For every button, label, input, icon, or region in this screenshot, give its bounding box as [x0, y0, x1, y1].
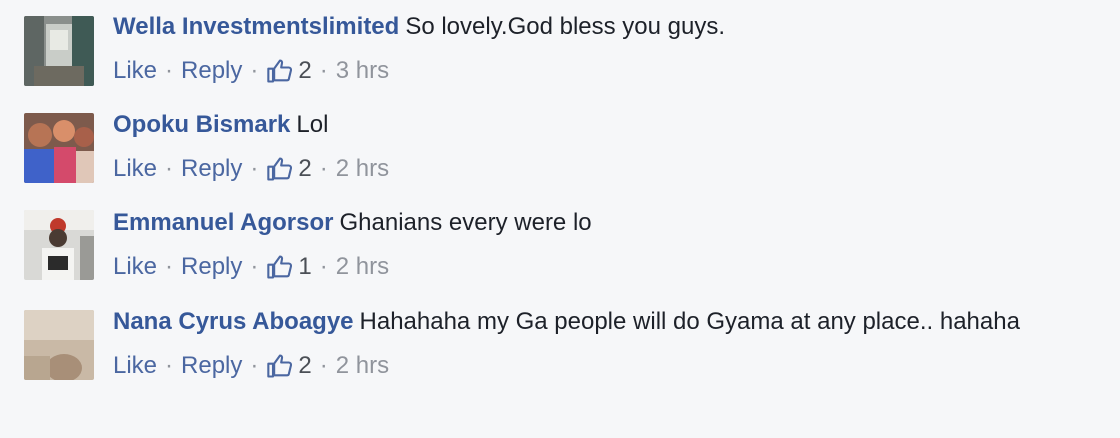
comment-author[interactable]: Opoku Bismark: [113, 111, 290, 138]
profile-photo-icon: [24, 16, 94, 86]
like-button[interactable]: Like: [113, 349, 157, 383]
comment-text-line: Emmanuel Agorsor Ghanians every were lo: [113, 206, 1090, 240]
timestamp[interactable]: 2 hrs: [336, 349, 389, 383]
avatar[interactable]: [24, 310, 94, 380]
comment-author[interactable]: Emmanuel Agorsor: [113, 209, 334, 236]
reply-button[interactable]: Reply: [181, 54, 242, 88]
comment-actions: Like · Reply · 1 · 2 hrs: [113, 250, 1090, 284]
separator: ·: [165, 155, 174, 182]
separator: ·: [165, 57, 174, 84]
timestamp[interactable]: 2 hrs: [336, 152, 389, 186]
avatar[interactable]: [24, 210, 94, 280]
thumbs-up-icon: [267, 354, 293, 378]
timestamp[interactable]: 2 hrs: [336, 250, 389, 284]
like-count: 1: [298, 253, 312, 280]
comment-actions: Like · Reply · 2 · 3 hrs: [113, 54, 1090, 88]
profile-photo-icon: [24, 113, 94, 183]
comment-text-line: Opoku Bismark Lol: [113, 108, 1090, 142]
reaction-count[interactable]: 1: [266, 250, 312, 284]
separator: ·: [250, 253, 259, 280]
separator: ·: [165, 253, 174, 280]
thumbs-up-icon: [267, 157, 293, 181]
like-button[interactable]: Like: [113, 250, 157, 284]
reply-button[interactable]: Reply: [181, 349, 242, 383]
separator: ·: [165, 352, 174, 379]
reaction-count[interactable]: 2: [266, 54, 312, 88]
separator: ·: [319, 155, 328, 182]
separator: ·: [319, 253, 328, 280]
reply-button[interactable]: Reply: [181, 250, 242, 284]
comment-text: Lol: [296, 111, 329, 138]
comment-actions: Like · Reply · 2 · 2 hrs: [113, 349, 1090, 383]
reaction-count[interactable]: 2: [266, 152, 312, 186]
comment-text-line: Nana Cyrus Aboagye Hahahaha my Ga people …: [113, 305, 1073, 339]
profile-photo-icon: [24, 310, 94, 380]
profile-photo-icon: [24, 210, 94, 280]
like-count: 2: [298, 155, 312, 182]
thumbs-up-icon: [267, 59, 293, 83]
comment-author[interactable]: Wella Investmentslimited: [113, 13, 399, 40]
avatar[interactable]: [24, 113, 94, 183]
comment-text: Ghanians every were lo: [339, 209, 592, 236]
like-button[interactable]: Like: [113, 152, 157, 186]
comment-list: Wella Investmentslimited So lovely.God bl…: [0, 0, 1120, 438]
comment-text: Hahahaha my Ga people will do Gyama at a…: [359, 308, 1020, 335]
avatar[interactable]: [24, 16, 94, 86]
separator: ·: [319, 352, 328, 379]
like-count: 2: [298, 57, 312, 84]
separator: ·: [250, 57, 259, 84]
separator: ·: [250, 155, 259, 182]
comment-text-line: Wella Investmentslimited So lovely.God bl…: [113, 10, 1090, 44]
timestamp[interactable]: 3 hrs: [336, 54, 389, 88]
comment-author[interactable]: Nana Cyrus Aboagye: [113, 308, 354, 335]
separator: ·: [250, 352, 259, 379]
comment-text: So lovely.God bless you guys.: [405, 13, 726, 40]
comment-actions: Like · Reply · 2 · 2 hrs: [113, 152, 1090, 186]
thumbs-up-icon: [267, 255, 293, 279]
like-button[interactable]: Like: [113, 54, 157, 88]
separator: ·: [319, 57, 328, 84]
like-count: 2: [298, 352, 312, 379]
reaction-count[interactable]: 2: [266, 349, 312, 383]
reply-button[interactable]: Reply: [181, 152, 242, 186]
